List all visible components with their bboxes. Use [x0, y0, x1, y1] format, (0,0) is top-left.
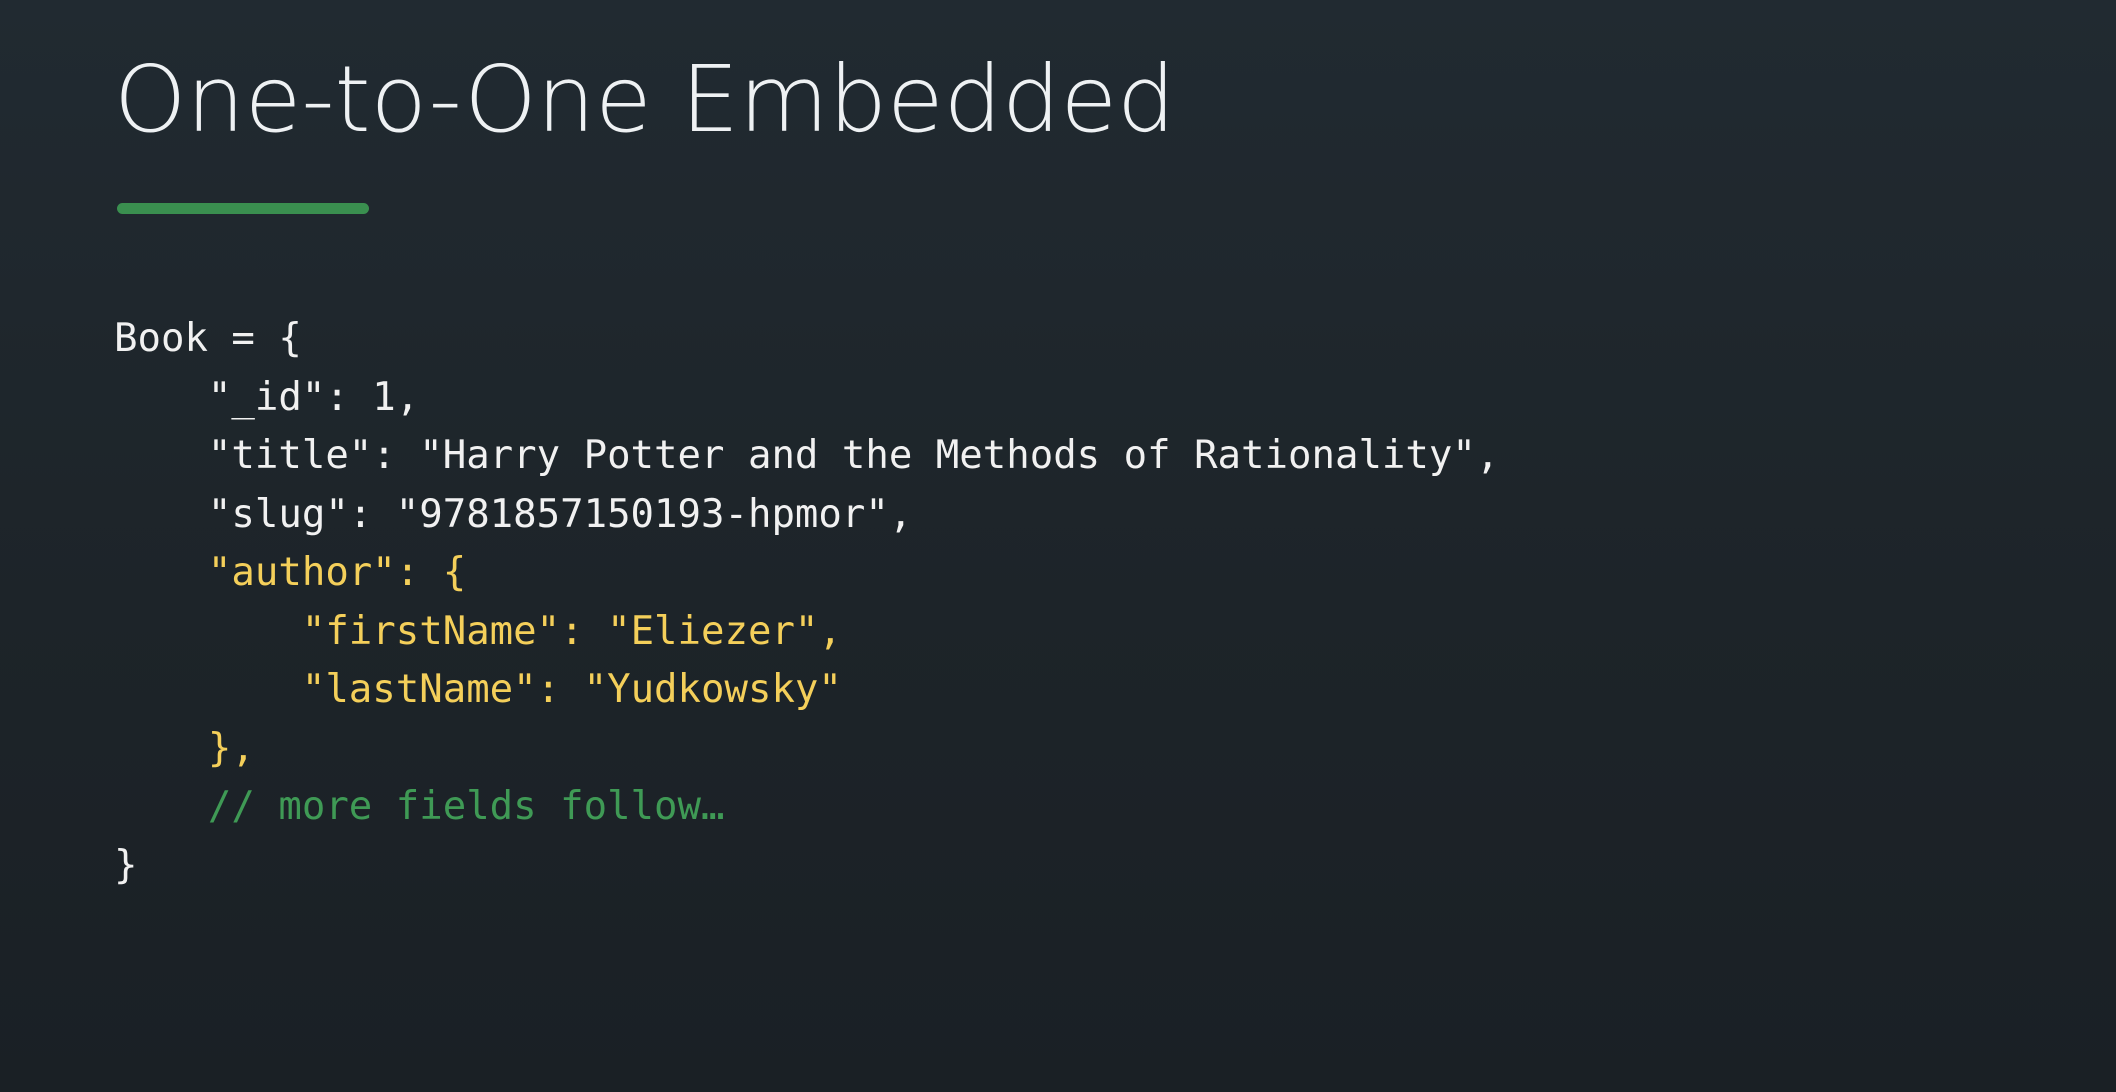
code-text: "title": "Harry Potter and the Methods o… [207, 433, 1500, 478]
code-line-book-close: } [114, 837, 1499, 896]
code-text-highlight: "author": { [207, 550, 467, 595]
code-line-book-open: Book = { [114, 310, 1499, 369]
code-text: "slug": "9781857150193-hpmor", [207, 491, 913, 537]
code-comment: // more fields follow… [207, 784, 725, 829]
slide-title: One-to-One Embedded [114, 46, 1176, 153]
code-line-title: "title": "Harry Potter and the Methods o… [114, 427, 1499, 486]
title-underline [117, 203, 369, 214]
code-block: Book = { "_id": 1, "title": "Harry Potte… [114, 310, 1499, 895]
code-line-slug: "slug": "9781857150193-hpmor", [114, 486, 1499, 545]
code-text: Book = { [114, 316, 302, 361]
code-line-id: "_id": 1, [114, 369, 1499, 428]
code-text: } [114, 842, 138, 888]
code-line-first-name: "firstName": "Eliezer", [114, 603, 1499, 662]
code-line-author-close: }, [114, 720, 1499, 779]
code-text: "_id": 1, [207, 374, 420, 420]
slide: One-to-One Embedded Book = { "_id": 1, "… [0, 0, 2116, 1092]
code-text-highlight: }, [207, 725, 255, 771]
code-text-highlight: "lastName": "Yudkowsky" [301, 667, 842, 712]
code-line-author-open: "author": { [114, 544, 1499, 603]
code-line-comment: // more fields follow… [114, 778, 1499, 837]
code-line-last-name: "lastName": "Yudkowsky" [114, 661, 1499, 720]
code-text-highlight: "firstName": "Eliezer", [301, 608, 842, 654]
